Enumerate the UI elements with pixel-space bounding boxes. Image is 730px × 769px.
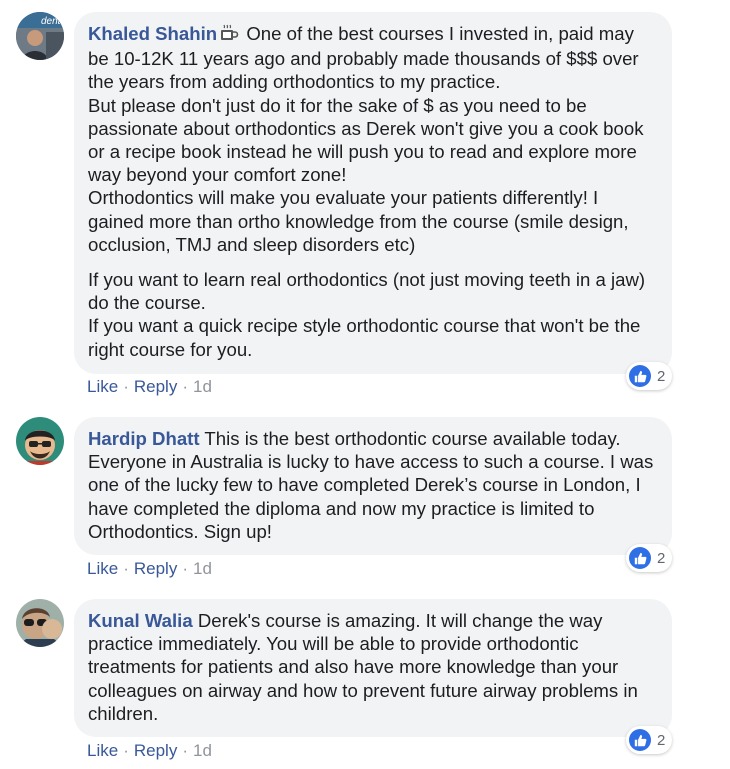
thumbs-up-icon (629, 729, 651, 751)
avatar-image (16, 417, 64, 465)
comment-actions: Like · Reply · 1d (87, 377, 212, 397)
separator: · (123, 559, 129, 578)
reaction-count-badge[interactable]: 2 (626, 362, 672, 390)
avatar[interactable]: denta (16, 12, 64, 60)
comment-author[interactable]: Kunal Walia (88, 610, 193, 631)
avatar-image: denta (16, 12, 64, 60)
avatar[interactable] (16, 599, 64, 647)
comment-actions: Like · Reply · 1d (87, 741, 212, 761)
thumbs-up-icon (629, 547, 651, 569)
separator: · (123, 741, 129, 760)
comment-bubble: Khaled Shahin One of the best courses I … (74, 12, 672, 374)
comment-text: Kunal Walia Derek's course is amazing. I… (88, 609, 658, 725)
separator: · (182, 377, 188, 396)
timestamp[interactable]: 1d (193, 741, 212, 761)
reaction-count-badge[interactable]: 2 (626, 544, 672, 572)
separator: · (182, 741, 188, 760)
comment-text: Khaled Shahin One of the best courses I … (88, 22, 658, 256)
reply-link[interactable]: Reply (134, 741, 177, 761)
avatar-logo-text: denta (41, 16, 64, 27)
avatar[interactable] (16, 417, 64, 465)
reaction-count-badge[interactable]: 2 (626, 726, 672, 754)
comment-bubble: Hardip Dhatt This is the best orthodonti… (74, 417, 672, 555)
timestamp[interactable]: 1d (193, 559, 212, 579)
reaction-count: 2 (657, 549, 666, 567)
reaction-count: 2 (657, 731, 666, 749)
comment-text: If you want to learn real orthodontics (… (88, 269, 646, 360)
comment-bubble: Kunal Walia Derek's course is amazing. I… (74, 599, 672, 737)
comment-author[interactable]: Khaled Shahin (88, 23, 217, 44)
comment-actions: Like · Reply · 1d (87, 559, 212, 579)
separator: · (123, 377, 129, 396)
like-link[interactable]: Like (87, 377, 118, 397)
like-link[interactable]: Like (87, 559, 118, 579)
like-link[interactable]: Like (87, 741, 118, 761)
avatar-image (16, 599, 64, 647)
reply-link[interactable]: Reply (134, 377, 177, 397)
comment-body: One of the best courses I invested in, p… (88, 23, 644, 255)
coffee-mug-icon (219, 24, 239, 47)
comment-author[interactable]: Hardip Dhatt (88, 428, 200, 449)
thumbs-up-icon (629, 365, 651, 387)
timestamp[interactable]: 1d (193, 377, 212, 397)
separator: · (182, 559, 188, 578)
reaction-count: 2 (657, 367, 666, 385)
reply-link[interactable]: Reply (134, 559, 177, 579)
comment-text: Hardip Dhatt This is the best orthodonti… (88, 427, 658, 543)
